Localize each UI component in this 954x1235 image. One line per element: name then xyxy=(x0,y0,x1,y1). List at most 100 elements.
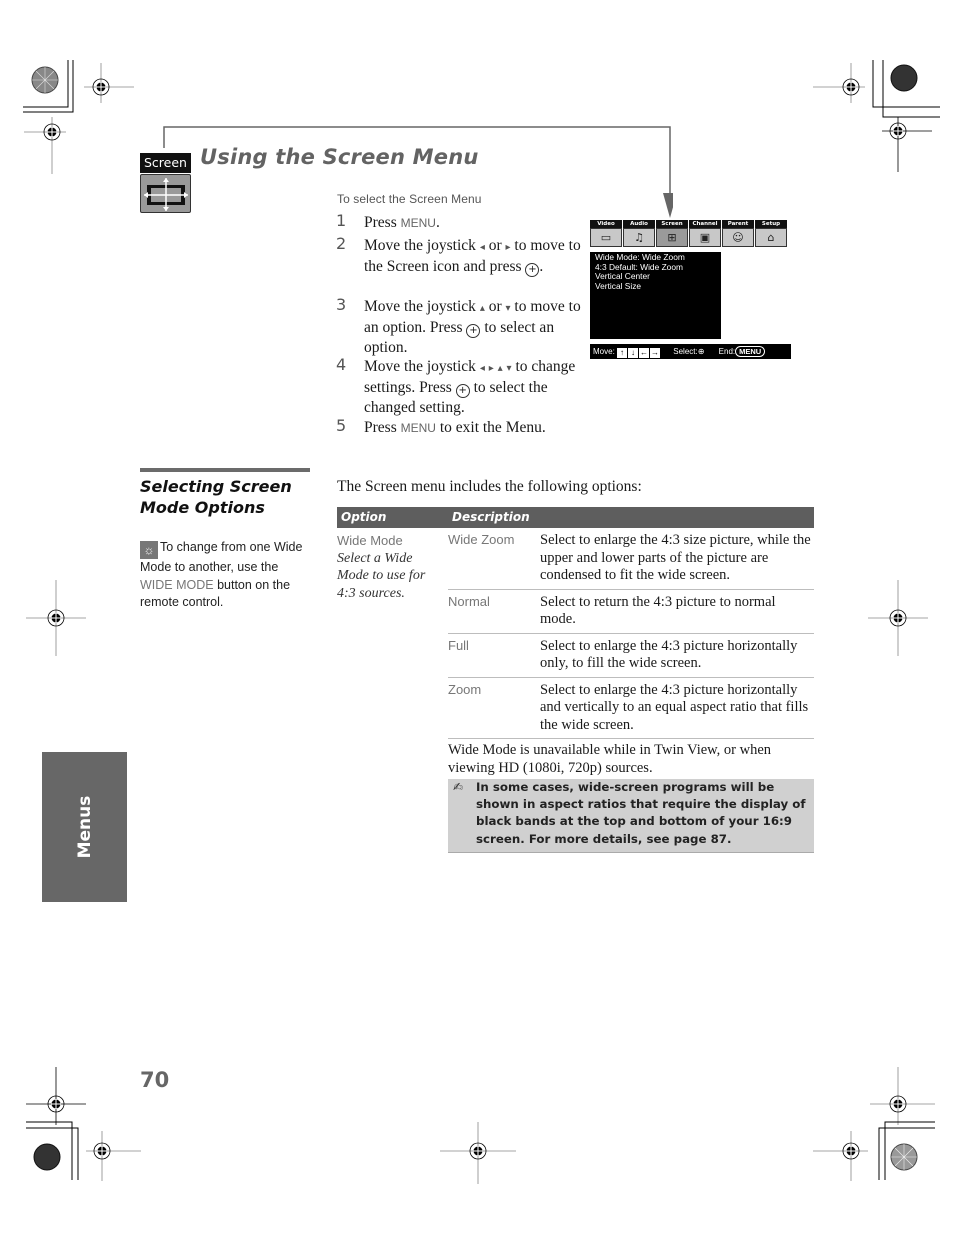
registration-mark xyxy=(16,55,136,175)
select-icon: ⊕ xyxy=(697,347,705,356)
screen-icon xyxy=(140,174,191,213)
menu-button-ref: MENU xyxy=(400,421,436,435)
registration-mark xyxy=(438,1112,518,1192)
tv-tab-channel: Channel ▣ xyxy=(689,220,721,248)
header-description: Description xyxy=(452,510,530,524)
section-title: Selecting Screen Mode Options xyxy=(140,477,292,517)
select-label: Select: xyxy=(673,347,698,356)
step-text: Move the joystick xyxy=(364,298,476,315)
step-text: . xyxy=(539,258,544,275)
table-header: Option Description xyxy=(337,507,814,528)
tv-tab-label: Channel xyxy=(689,220,721,228)
menu-button-ref: MENU xyxy=(400,216,436,230)
tv-menu-tabs: Video ▭ Audio ♫ Screen ⊞ Channel ▣ Parent ☺ S… xyxy=(589,220,791,248)
tv-tab-audio: Audio ♫ xyxy=(623,220,655,248)
table-row: Full Select to enlarge the 4:3 picture h… xyxy=(448,634,814,678)
up-key-icon: ↑ xyxy=(617,348,628,358)
video-icon: ▭ xyxy=(590,228,622,247)
registration-mark xyxy=(810,55,943,175)
mode-name: Full xyxy=(448,637,469,653)
tv-tab-setup: Setup ⌂ xyxy=(755,220,787,248)
tv-tab-video: Video ▭ xyxy=(590,220,622,248)
registration-mark xyxy=(16,1065,146,1185)
tv-tab-label: Screen xyxy=(656,220,688,228)
menu-button-icon: MENU xyxy=(735,346,766,357)
tv-menu-screenshot: Video ▭ Audio ♫ Screen ⊞ Channel ▣ Parent ☺ S… xyxy=(589,220,791,360)
select-button-icon: + xyxy=(525,263,540,277)
step-text: or xyxy=(488,298,502,315)
mode-description: Select to enlarge the 4:3 picture horizo… xyxy=(540,637,798,672)
mode-description: Select to return the 4:3 picture to norm… xyxy=(540,593,776,628)
step-number: 4 xyxy=(336,355,347,374)
side-tab-menus: Menus xyxy=(42,752,127,902)
mode-description: Select to enlarge the 4:3 size picture, … xyxy=(540,532,811,583)
unavailable-note: Wide Mode is unavailable while in Twin V… xyxy=(448,742,772,776)
mode-name: Wide Zoom xyxy=(448,532,515,547)
channel-icon: ▣ xyxy=(689,228,721,247)
steps-heading: To select the Screen Menu xyxy=(337,192,482,206)
move-label: Move: xyxy=(593,347,615,356)
end-label: End: xyxy=(718,347,736,356)
screen-icon: ⊞ xyxy=(656,228,688,247)
table-row: Zoom Select to enlarge the 4:3 picture h… xyxy=(448,678,814,739)
tv-option-vertical-size: Vertical Size xyxy=(595,280,642,291)
select-button-icon: + xyxy=(455,384,470,398)
registration-mark xyxy=(858,578,938,658)
step-text: Press xyxy=(364,214,401,231)
mode-name: Zoom xyxy=(448,681,482,697)
tv-tab-parent: Parent ☺ xyxy=(722,220,754,248)
tv-tab-label: Parent xyxy=(722,220,754,228)
tip: ☼ To change from one Wide Mode to another… xyxy=(140,539,312,612)
tip-text: To change from one Wide Mode to another,… xyxy=(140,540,303,574)
note-box: ✍ In some cases, wide-screen programs wi… xyxy=(448,779,814,853)
arrow-left-icon: ◂ xyxy=(479,363,485,374)
arrow-right-icon: ▸ xyxy=(505,242,511,253)
tv-menu-options: Wide Mode: Wide Zoom 4:3 Default: Wide Z… xyxy=(590,252,721,339)
option-cell: Wide Mode Select a Wide Mode to use for … xyxy=(337,528,445,602)
table-intro: The Screen menu includes the following o… xyxy=(337,478,642,495)
option-name: Wide Mode xyxy=(337,533,403,548)
step-text: Press xyxy=(364,419,401,436)
page-title: Using the Screen Menu xyxy=(200,145,479,169)
lightbulb-tip-icon: ☼ xyxy=(140,541,158,559)
parent-icon: ☺ xyxy=(722,228,754,247)
step-number: 3 xyxy=(336,295,347,314)
arrow-down-icon: ▾ xyxy=(505,303,511,314)
arrow-down-icon: ▾ xyxy=(506,363,512,374)
tv-menu-footer: Move: ↑ ↓ ← → Select:⊕ End: MENU xyxy=(590,344,791,359)
step-number: 1 xyxy=(336,211,347,230)
step-text: or xyxy=(488,237,502,254)
select-button-icon: + xyxy=(466,324,481,338)
arrow-right-icon: ▸ xyxy=(488,363,494,374)
down-key-icon: ↓ xyxy=(628,348,639,358)
section-divider xyxy=(140,468,310,472)
step-text: to exit the Menu. xyxy=(435,419,546,436)
step-text: Move the joystick xyxy=(364,237,476,254)
option-description: Select a Wide Mode to use for 4:3 source… xyxy=(337,550,426,601)
registration-mark xyxy=(16,578,96,658)
step-text: . xyxy=(435,214,440,231)
screen-badge-label: Screen xyxy=(140,153,191,173)
tv-tab-label: Setup xyxy=(755,220,787,228)
tv-tab-label: Audio xyxy=(623,220,655,228)
audio-icon: ♫ xyxy=(623,228,655,247)
tv-tab-label: Video xyxy=(590,220,622,228)
options-table: Option Description Wide Mode Select a Wi… xyxy=(337,507,814,853)
arrow-left-icon: ◂ xyxy=(479,242,485,253)
note-text: In some cases, wide-screen programs will… xyxy=(476,780,806,846)
mode-rows: Wide Zoom Select to enlarge the 4:3 size… xyxy=(448,528,814,853)
step-text: Move the joystick xyxy=(364,358,476,375)
registration-mark xyxy=(810,1065,940,1185)
side-tab-label: Menus xyxy=(74,795,95,859)
pencil-note-icon: ✍ xyxy=(453,780,464,794)
screen-icon-badge: Screen xyxy=(140,153,191,213)
tv-tab-screen: Screen ⊞ xyxy=(656,220,688,248)
table-row: Normal Select to return the 4:3 picture … xyxy=(448,590,814,634)
table-row: Wide Zoom Select to enlarge the 4:3 size… xyxy=(448,528,814,590)
header-option: Option xyxy=(341,510,387,524)
wide-mode-button-ref: WIDE MODE xyxy=(140,577,214,592)
arrow-up-icon: ▴ xyxy=(479,303,485,314)
page-number: 70 xyxy=(140,1068,170,1092)
arrow-up-icon: ▴ xyxy=(497,363,503,374)
setup-icon: ⌂ xyxy=(755,228,787,247)
